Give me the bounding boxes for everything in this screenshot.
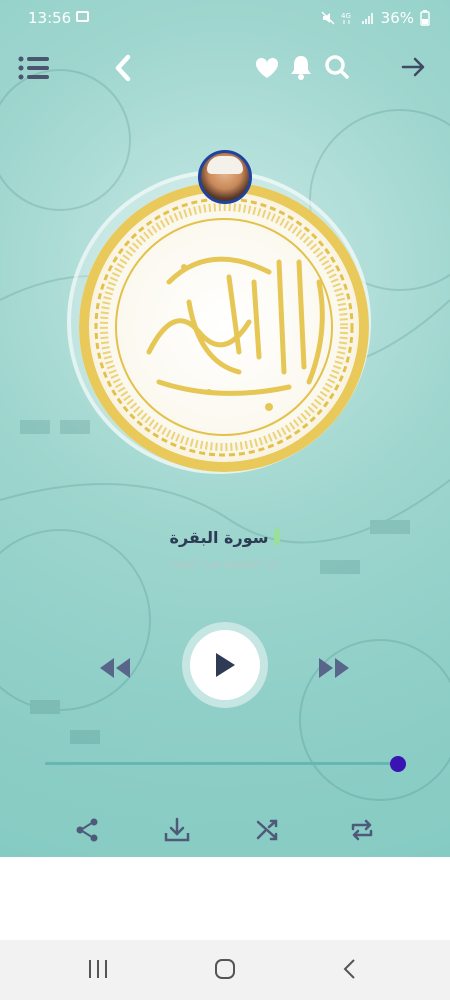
shuffle-button[interactable] <box>255 817 281 847</box>
signal-icon <box>361 13 373 24</box>
seek-thumb[interactable] <box>389 756 406 772</box>
mute-icon <box>321 11 335 25</box>
repeat-icon <box>351 819 373 841</box>
recent-apps-button[interactable] <box>86 958 110 984</box>
download-button[interactable] <box>163 817 191 847</box>
reciter-avatar[interactable] <box>198 150 252 204</box>
svg-text:4G: 4G <box>341 12 351 20</box>
chevron-left-icon <box>115 54 131 82</box>
share-icon <box>76 818 98 842</box>
home-button[interactable] <box>214 958 236 984</box>
image-notification-icon <box>76 11 89 22</box>
download-icon <box>164 817 190 842</box>
fast-forward-icon <box>319 658 349 678</box>
menu-button[interactable] <box>16 52 52 84</box>
status-time: 13:56 <box>28 9 72 27</box>
play-button-ring <box>182 622 268 708</box>
surah-name: سورة البقرة <box>169 528 269 547</box>
seek-bar[interactable] <box>45 762 405 765</box>
menu-icon <box>18 56 49 80</box>
player-screen: 13:56 4G 36% سورة البقرة عبد الباسط عبد … <box>0 0 450 857</box>
battery-icon <box>420 10 430 26</box>
back-button[interactable] <box>108 52 138 84</box>
title-accent-bar <box>274 529 281 545</box>
surah-title: سورة البقرة <box>0 528 450 547</box>
play-button[interactable] <box>190 630 260 700</box>
system-back-button[interactable] <box>342 958 358 984</box>
recent-apps-icon <box>89 960 107 978</box>
arrow-right-icon <box>401 57 425 77</box>
system-nav-bar <box>0 940 450 1000</box>
quran-calligraphy-emblem <box>79 182 369 472</box>
status-bar: 13:56 4G 36% <box>0 0 450 36</box>
home-icon <box>215 959 235 979</box>
heart-icon <box>255 57 279 78</box>
next-button[interactable] <box>317 656 351 684</box>
notification-button[interactable] <box>287 52 315 82</box>
repeat-button[interactable] <box>349 817 375 847</box>
bell-icon <box>291 56 311 80</box>
share-button[interactable] <box>74 817 100 847</box>
network-4g-icon: 4G <box>341 12 351 24</box>
quran-artwork <box>79 182 369 472</box>
shuffle-icon <box>256 819 278 841</box>
reciter-name: عبد الباسط عبد الصمد <box>169 556 281 570</box>
battery-level: 36% <box>380 9 414 27</box>
top-toolbar <box>0 44 450 94</box>
search-icon <box>325 55 349 79</box>
rewind-icon <box>100 658 130 678</box>
previous-button[interactable] <box>98 656 132 684</box>
play-icon <box>216 653 235 677</box>
system-back-icon <box>343 959 355 979</box>
search-button[interactable] <box>322 52 352 82</box>
favorite-button[interactable] <box>252 54 282 82</box>
forward-button[interactable] <box>398 52 430 82</box>
